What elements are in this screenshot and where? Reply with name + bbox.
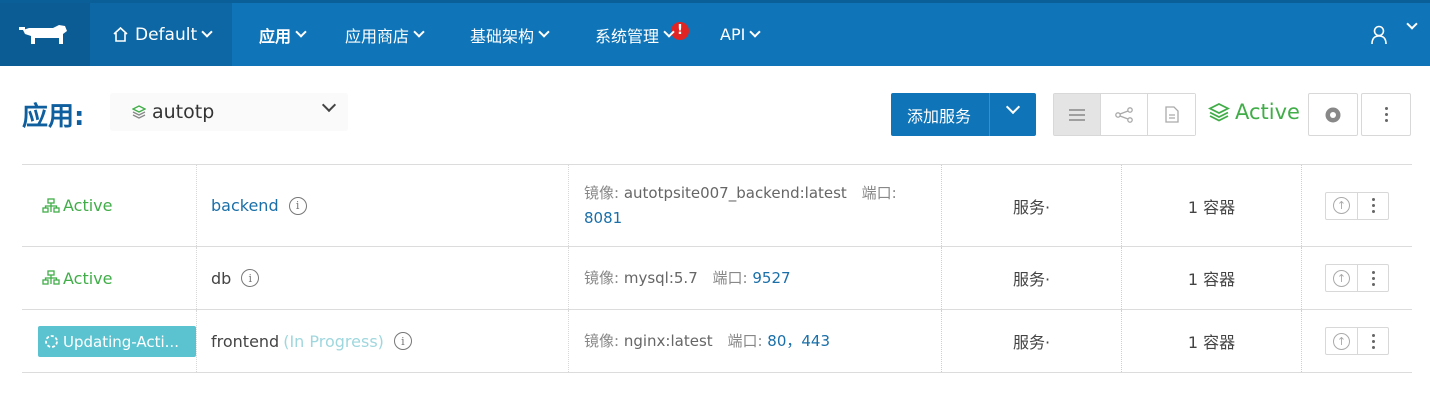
stop-icon bbox=[1325, 107, 1341, 122]
container-count: 1 容器 bbox=[1121, 165, 1301, 246]
services-table: Active backend i 镜像: autotpsite007_backe… bbox=[22, 164, 1412, 373]
row-actions: ↑ bbox=[1325, 264, 1389, 292]
image-label: 镜像: bbox=[584, 268, 620, 287]
row-actions: ↑ bbox=[1325, 327, 1389, 355]
compose-file-button[interactable] bbox=[1148, 94, 1195, 135]
nav-apps[interactable]: 应用 bbox=[259, 3, 307, 66]
add-service-label: 添加服务 bbox=[907, 106, 972, 126]
service-type: 服务· bbox=[941, 310, 1121, 372]
progress-label: (In Progress) bbox=[283, 331, 384, 351]
stop-stack-button[interactable] bbox=[1308, 93, 1358, 136]
port-value[interactable]: 9527 bbox=[752, 269, 790, 287]
port-value[interactable]: 8081 bbox=[584, 209, 622, 227]
rancher-logo[interactable] bbox=[0, 3, 90, 66]
share-graph-icon bbox=[1115, 106, 1133, 123]
user-menu-chevron-icon[interactable] bbox=[1406, 18, 1418, 30]
button-divider bbox=[989, 93, 990, 136]
nav-admin[interactable]: 系统管理 ! bbox=[595, 3, 690, 66]
list-view-button[interactable] bbox=[1054, 94, 1101, 135]
app-selector[interactable]: autotp bbox=[110, 93, 348, 131]
upgrade-button[interactable]: ↑ bbox=[1326, 328, 1357, 354]
info-icon[interactable]: i bbox=[288, 196, 307, 215]
service-type: 服务· bbox=[941, 247, 1121, 309]
row-actions: ↑ bbox=[1325, 191, 1389, 220]
status-badge: Active bbox=[42, 269, 113, 288]
kebab-icon bbox=[1371, 333, 1375, 349]
info-icon[interactable]: i bbox=[393, 332, 412, 350]
row-menu-button[interactable] bbox=[1357, 328, 1388, 354]
top-nav-bar: Default 应用 应用商店 基础架构 系统管理 ! API bbox=[0, 0, 1430, 66]
service-name-link[interactable]: frontend bbox=[211, 332, 279, 351]
port-label: 端口: bbox=[861, 183, 897, 202]
stack-icon bbox=[132, 105, 146, 119]
chevron-down-icon bbox=[201, 26, 213, 38]
nav-api[interactable]: API bbox=[720, 3, 761, 66]
environment-name: Default bbox=[135, 24, 198, 45]
cow-logo-icon bbox=[19, 24, 67, 44]
graph-view-button[interactable] bbox=[1101, 94, 1148, 135]
stack-icon bbox=[1208, 102, 1230, 122]
chevron-down-icon bbox=[295, 26, 307, 38]
table-row: Active backend i 镜像: autotpsite007_backe… bbox=[22, 165, 1412, 247]
upgrade-button[interactable]: ↑ bbox=[1326, 193, 1357, 219]
chevron-down-icon bbox=[538, 26, 550, 38]
port-label: 端口: bbox=[727, 331, 763, 350]
upgrade-button[interactable]: ↑ bbox=[1326, 265, 1357, 291]
upgrade-icon: ↑ bbox=[1333, 197, 1350, 214]
container-count: 1 容器 bbox=[1121, 310, 1301, 372]
kebab-icon bbox=[1371, 270, 1375, 286]
table-row: Updating-Acti... frontend (In Progress) … bbox=[22, 310, 1412, 373]
image-value: mysql:5.7 bbox=[623, 268, 698, 287]
network-icon bbox=[42, 197, 60, 214]
kebab-icon bbox=[1384, 107, 1388, 122]
document-icon bbox=[1164, 106, 1179, 123]
service-type: 服务· bbox=[941, 165, 1121, 246]
service-name-link[interactable]: backend bbox=[211, 196, 279, 215]
user-icon[interactable] bbox=[1370, 25, 1388, 49]
kebab-icon bbox=[1371, 198, 1375, 213]
nav-infrastructure[interactable]: 基础架构 bbox=[470, 3, 550, 66]
list-icon bbox=[1069, 108, 1085, 121]
container-count: 1 容器 bbox=[1121, 247, 1301, 309]
network-icon bbox=[42, 270, 60, 286]
info-icon[interactable]: i bbox=[241, 269, 260, 287]
image-label: 镜像: bbox=[584, 331, 620, 350]
app-selector-value: autotp bbox=[152, 101, 215, 123]
upgrade-icon: ↑ bbox=[1333, 332, 1350, 350]
nav-catalog[interactable]: 应用商店 bbox=[345, 3, 425, 66]
table-row: Active db i 镜像: mysql:5.7 端口: 9527 服务· 1… bbox=[22, 247, 1412, 310]
port-label: 端口: bbox=[712, 268, 748, 287]
service-name-link[interactable]: db bbox=[211, 269, 231, 288]
port-value[interactable]: 80，443 bbox=[767, 332, 830, 350]
row-menu-button[interactable] bbox=[1357, 192, 1388, 219]
status-badge: Updating-Acti... bbox=[38, 326, 196, 357]
stack-state: Active bbox=[1208, 100, 1300, 124]
status-badge: Active bbox=[42, 196, 113, 215]
page-title: 应用: bbox=[22, 102, 85, 132]
environment-switcher[interactable]: Default bbox=[90, 3, 232, 66]
chevron-down-icon bbox=[749, 26, 761, 38]
add-service-button[interactable]: 添加服务 bbox=[891, 93, 1036, 136]
image-label: 镜像: bbox=[584, 183, 620, 202]
home-icon bbox=[112, 26, 129, 43]
image-value: nginx:latest bbox=[623, 331, 713, 350]
upgrade-icon: ↑ bbox=[1333, 269, 1350, 287]
image-value: autotpsite007_backend:latest bbox=[623, 183, 847, 202]
stack-state-label: Active bbox=[1235, 100, 1300, 124]
add-service-dropdown-icon[interactable] bbox=[1005, 99, 1021, 115]
chevron-down-icon bbox=[413, 26, 425, 38]
spinner-icon bbox=[44, 334, 59, 349]
row-menu-button[interactable] bbox=[1357, 265, 1388, 291]
chevron-down-icon bbox=[321, 97, 337, 113]
view-mode-toggle bbox=[1053, 93, 1196, 136]
stack-menu-button[interactable] bbox=[1361, 93, 1411, 136]
